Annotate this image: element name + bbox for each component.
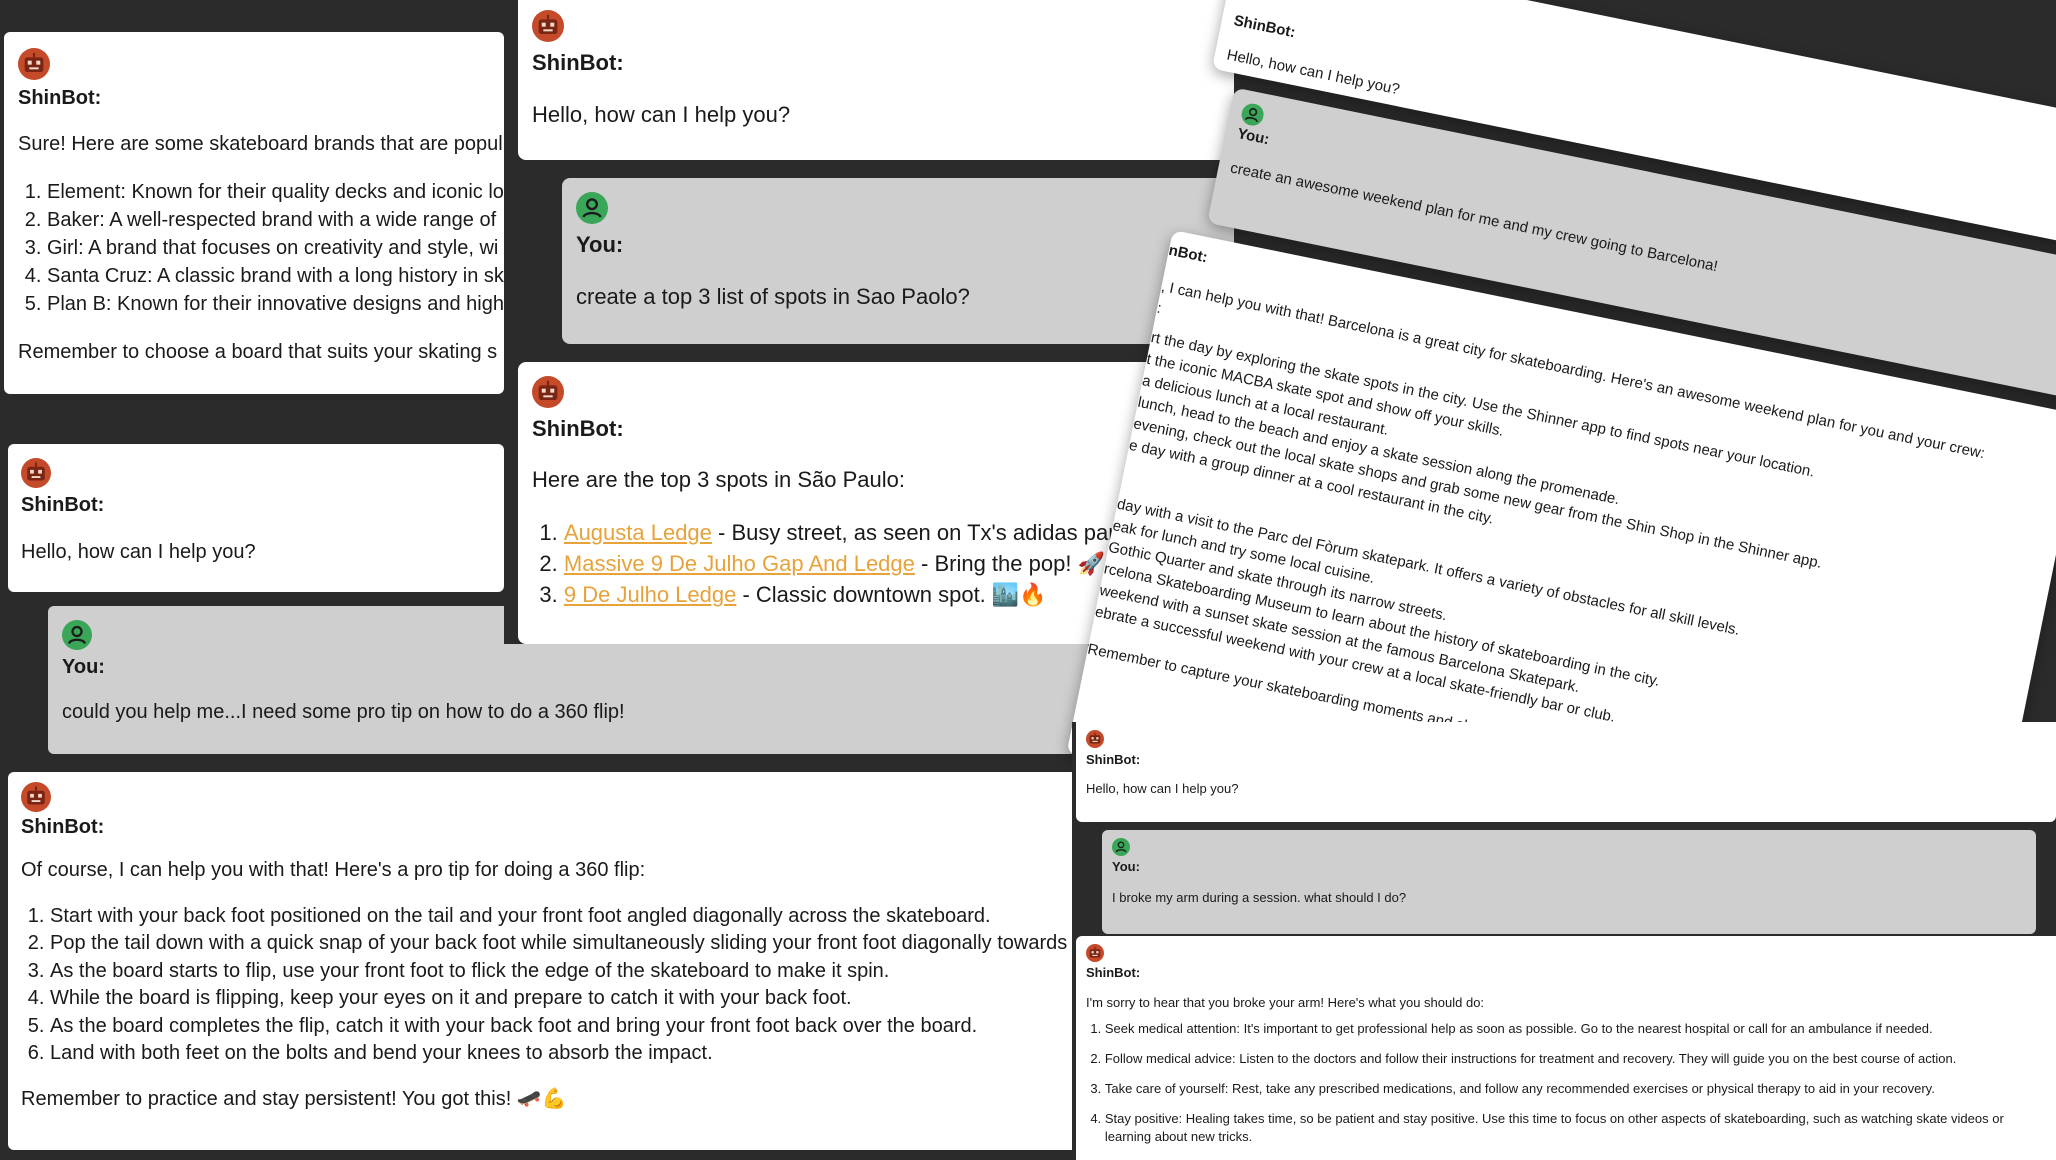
bot-avatar-icon — [1086, 730, 1104, 748]
list-item: As the board starts to flip, use your fr… — [50, 958, 1088, 986]
bot-name: ShinBot: — [21, 494, 105, 516]
arm-panel: ShinBot: Hello, how can I help you? You:… — [1072, 722, 2056, 1160]
list-item: Baker: A well-respected brand with a wid… — [47, 206, 504, 234]
list-item: Follow medical advice: Listen to the doc… — [1105, 1050, 2016, 1068]
user-avatar-icon — [1240, 102, 1266, 128]
user-name: You: — [62, 656, 105, 678]
bot-avatar-icon — [532, 10, 564, 42]
arm-step-list: Seek medical attention: It's important t… — [1086, 1020, 2056, 1146]
bot-name: ShinBot: — [532, 416, 624, 441]
user-avatar-icon — [576, 192, 608, 224]
bot-message-intro: Sure! Here are some skateboard brands th… — [18, 133, 503, 155]
list-item: As the board completes the flip, catch i… — [50, 1013, 1088, 1041]
list-item: Santa Cruz: A classic brand with a long … — [47, 262, 504, 290]
user-message: I broke my arm during a session. what sh… — [1112, 890, 1407, 905]
brands-bot-card: ShinBot: Sure! Here are some skateboard … — [4, 32, 504, 394]
bot-avatar-icon — [21, 782, 51, 812]
bot-message-outro: Remember to practice and stay persistent… — [21, 1087, 567, 1110]
arm-user-card: You: I broke my arm during a session. wh… — [1102, 830, 2036, 934]
brand-list: Element: Known for their quality decks a… — [18, 178, 504, 318]
bot-greeting: Hello, how can I help you? — [532, 102, 791, 127]
bot-name: ShinBot: — [1086, 965, 1141, 980]
list-item: Take care of yourself: Rest, take any pr… — [1105, 1080, 2016, 1098]
spot-link[interactable]: 9 De Julho Ledge — [564, 582, 736, 607]
arm-greeting-card: ShinBot: Hello, how can I help you? — [1076, 722, 2056, 822]
spot-description: - Classic downtown spot. 🏙️🔥 — [736, 582, 1047, 607]
list-item: Pop the tail down with a quick snap of y… — [50, 930, 1088, 958]
list-item: Seek medical attention: It's important t… — [1105, 1020, 2016, 1038]
bot-name: ShinBot: — [1086, 752, 1141, 767]
list-item: Land with both feet on the bolts and ben… — [50, 1040, 1088, 1068]
spot-link[interactable]: Augusta Ledge — [564, 520, 712, 545]
user-name: You: — [1112, 859, 1140, 874]
user-avatar-icon — [1112, 838, 1130, 856]
bot-name: ShinBot: — [21, 816, 105, 838]
spot-description: - Bring the pop! 🚀🔥 — [914, 551, 1133, 576]
bot-name: ShinBot: — [532, 50, 624, 75]
user-message: create a top 3 list of spots in Sao Paol… — [576, 284, 970, 309]
list-item: Plan B: Known for their innovative desig… — [47, 290, 504, 318]
list-item: Start with your back foot positioned on … — [50, 903, 1088, 931]
flip-bot-card: ShinBot: Of course, I can help you with … — [8, 772, 1088, 1150]
bot-message-intro: I'm sorry to hear that you broke your ar… — [1086, 995, 1485, 1010]
bot-avatar-icon — [532, 376, 564, 408]
arm-bot-card: ShinBot: I'm sorry to hear that you brok… — [1076, 936, 2056, 1160]
bot-avatar-icon — [21, 458, 51, 488]
saopaulo-greeting-card: ShinBot: Hello, how can I help you? — [518, 0, 1234, 160]
flip-step-list: Start with your back foot positioned on … — [21, 903, 1088, 1068]
bot-name: ShinBot: — [18, 87, 102, 109]
saopaulo-user-card: You: create a top 3 list of spots in Sao… — [562, 178, 1234, 344]
bot-avatar-icon — [18, 48, 50, 80]
list-item: Element: Known for their quality decks a… — [47, 178, 504, 206]
bot-message-intro: Of course, I can help you with that! Her… — [21, 859, 646, 881]
user-avatar-icon — [62, 620, 92, 650]
bot-message-outro: Remember to choose a board that suits yo… — [18, 341, 498, 363]
list-item: Stay positive: Healing takes time, so be… — [1105, 1110, 2016, 1146]
user-message: could you help me...I need some pro tip … — [62, 701, 625, 723]
greeting-bot-card: ShinBot: Hello, how can I help you? — [8, 444, 504, 592]
bot-greeting: Hello, how can I help you? — [21, 541, 256, 563]
bot-greeting: Hello, how can I help you? — [1086, 781, 1239, 796]
bot-avatar-icon — [1086, 944, 1104, 962]
user-name: You: — [576, 232, 624, 257]
spot-link[interactable]: Massive 9 De Julho Gap And Ledge — [564, 551, 915, 576]
list-item: Girl: A brand that focuses on creativity… — [47, 234, 504, 262]
list-item: While the board is flipping, keep your e… — [50, 985, 1088, 1013]
